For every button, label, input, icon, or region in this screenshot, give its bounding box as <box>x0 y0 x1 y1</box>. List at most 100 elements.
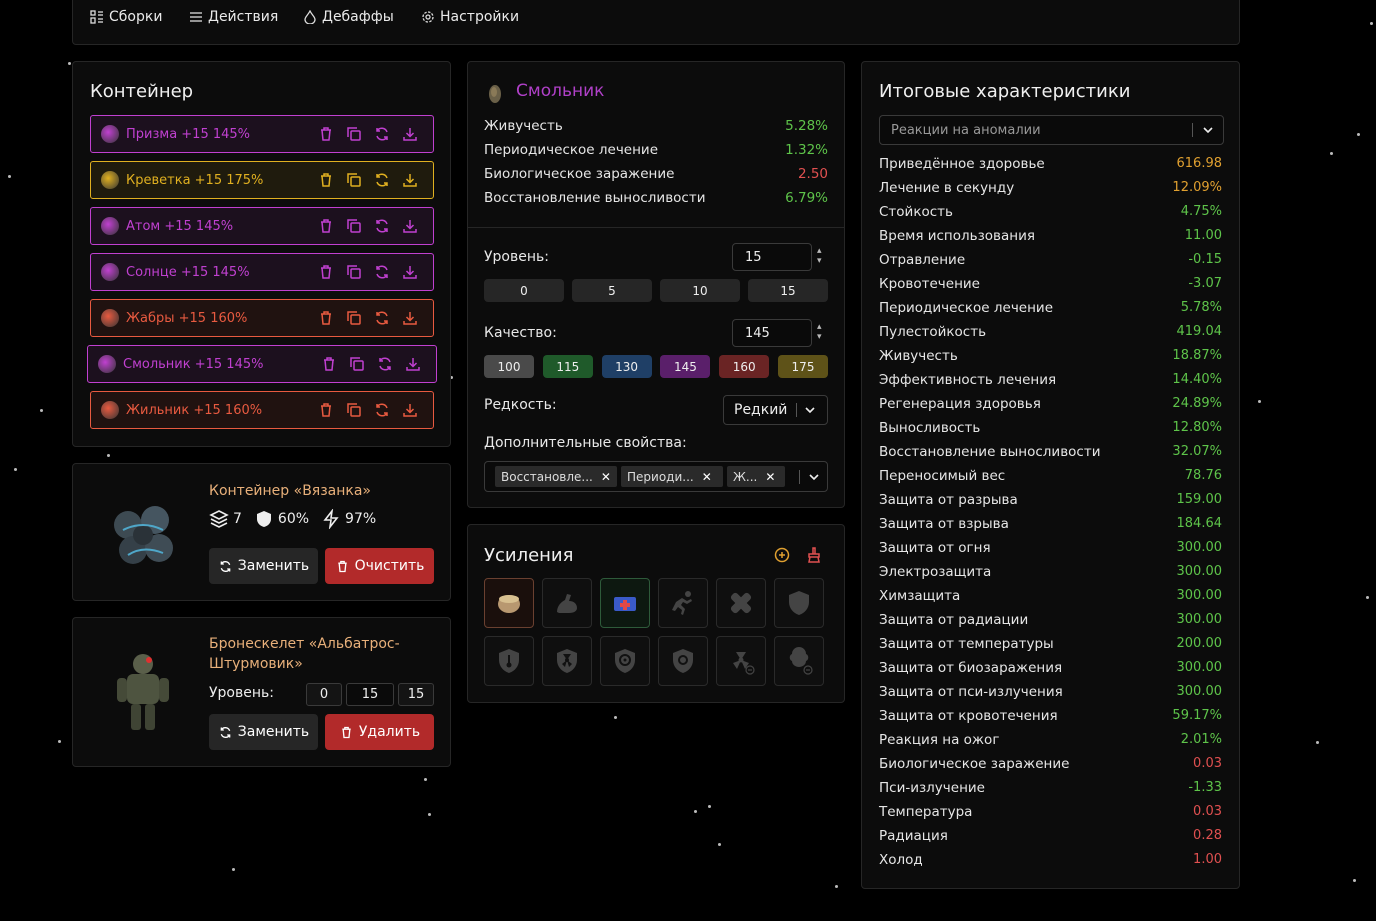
level-stepper[interactable]: ▴ ▾ <box>817 246 822 266</box>
artifact-row[interactable]: Солнце +15 145% <box>90 253 434 291</box>
refresh-icon[interactable] <box>373 171 391 189</box>
refresh-icon[interactable] <box>373 125 391 143</box>
extra-props-select[interactable]: Восстановле... ✕ Периоди... ✕ Ж... ✕ <box>484 461 828 492</box>
boost-slot-medkit[interactable] <box>600 578 650 628</box>
quality-stepper[interactable]: ▴ ▾ <box>817 322 822 342</box>
remove-tag-icon[interactable]: ✕ <box>601 470 611 484</box>
refresh-icon[interactable] <box>373 309 391 327</box>
artifact-row[interactable]: Атом +15 145% <box>90 207 434 245</box>
level-preset-button[interactable]: 10 <box>660 279 740 302</box>
boost-slot-radiation[interactable] <box>542 636 592 686</box>
copy-icon[interactable] <box>345 125 363 143</box>
boost-slot-temperature[interactable] <box>484 636 534 686</box>
quality-preset-button[interactable]: 145 <box>660 355 711 378</box>
trash-icon[interactable] <box>317 401 335 419</box>
nav-builds[interactable]: Сборки <box>90 9 162 25</box>
trash-icon[interactable] <box>320 355 338 373</box>
level-preset-button[interactable]: 15 <box>748 279 828 302</box>
copy-icon[interactable] <box>348 355 366 373</box>
quality-preset-button[interactable]: 130 <box>601 355 652 378</box>
total-stat-value: -1.33 <box>1188 780 1222 795</box>
total-stat-name: Электрозащита <box>879 564 992 580</box>
copy-icon[interactable] <box>345 309 363 327</box>
download-icon[interactable] <box>401 125 419 143</box>
copy-icon[interactable] <box>345 171 363 189</box>
artifact-row[interactable]: Жильник +15 160% <box>90 391 434 429</box>
copy-icon[interactable] <box>345 263 363 281</box>
anomaly-reactions-select[interactable]: Реакции на аномалии <box>879 115 1224 145</box>
total-stat-name: Биологическое заражение <box>879 756 1070 772</box>
level-input[interactable]: 15 <box>732 243 812 271</box>
add-boost-icon[interactable] <box>774 547 790 563</box>
trash-icon <box>342 726 351 738</box>
quality-preset-button[interactable]: 160 <box>719 355 770 378</box>
download-icon[interactable] <box>401 263 419 281</box>
total-stat-value: 11.00 <box>1184 228 1222 243</box>
boost-slot-bio[interactable] <box>600 636 650 686</box>
shield-icon <box>256 511 271 527</box>
total-stat-value: 616.98 <box>1176 156 1223 171</box>
shield-icon <box>789 591 809 615</box>
total-stat-row: Время использования 11.00 <box>879 228 1222 244</box>
refresh-icon[interactable] <box>376 355 394 373</box>
total-stat-value: 2.01% <box>1180 732 1222 747</box>
artifact-row[interactable]: Призма +15 145% <box>90 115 434 153</box>
armor-level-input[interactable]: 15 <box>346 683 394 706</box>
total-stat-name: Радиация <box>879 828 948 844</box>
boost-slot-psi[interactable] <box>658 636 708 686</box>
clear-container-button[interactable]: Очистить <box>325 548 434 584</box>
armor-level-max[interactable]: 15 <box>398 683 434 706</box>
boost-slot-food[interactable] <box>484 578 534 628</box>
quality-preset-button[interactable]: 100 <box>484 355 534 378</box>
quality-preset-button[interactable]: 115 <box>542 355 593 378</box>
refresh-icon[interactable] <box>373 263 391 281</box>
remove-tag-icon[interactable]: ✕ <box>765 470 775 484</box>
refresh-icon[interactable] <box>373 401 391 419</box>
boost-slot-bandage[interactable] <box>716 578 766 628</box>
boost-slot-psi-debuff[interactable] <box>774 636 824 686</box>
trash-icon[interactable] <box>317 309 335 327</box>
trash-icon[interactable] <box>317 263 335 281</box>
extra-tag[interactable]: Ж... ✕ <box>727 466 785 487</box>
replace-armor-button[interactable]: Заменить <box>209 714 318 750</box>
nav-debuffs[interactable]: Дебаффы <box>303 9 394 25</box>
nav-actions[interactable]: Действия <box>189 9 278 25</box>
total-stat-row: Защита от кровотечения 59.17% <box>879 708 1222 724</box>
total-stat-row: Защита от огня 300.00 <box>879 540 1222 556</box>
artifact-image <box>489 85 501 103</box>
remove-tag-icon[interactable]: ✕ <box>702 470 712 484</box>
artifact-row[interactable]: Жабры +15 160% <box>90 299 434 337</box>
download-icon[interactable] <box>401 309 419 327</box>
quality-preset-button[interactable]: 175 <box>778 355 828 378</box>
level-preset-button[interactable]: 0 <box>484 279 564 302</box>
download-icon[interactable] <box>401 171 419 189</box>
replace-container-button[interactable]: Заменить <box>209 548 318 584</box>
boost-slot-stamina[interactable] <box>658 578 708 628</box>
trash-icon[interactable] <box>317 125 335 143</box>
download-icon[interactable] <box>401 217 419 235</box>
trash-icon[interactable] <box>317 217 335 235</box>
nav-settings[interactable]: Настройки <box>421 9 519 25</box>
extra-tag[interactable]: Периоди... ✕ <box>621 466 723 487</box>
copy-icon[interactable] <box>345 217 363 235</box>
extra-tag[interactable]: Восстановле... ✕ <box>495 466 617 487</box>
quality-input[interactable]: 145 <box>732 319 812 347</box>
total-stat-value: 5.78% <box>1180 300 1222 315</box>
boost-slot-armor[interactable] <box>774 578 824 628</box>
download-icon[interactable] <box>401 401 419 419</box>
copy-icon[interactable] <box>345 401 363 419</box>
armor-level-min[interactable]: 0 <box>306 683 342 706</box>
refresh-icon[interactable] <box>373 217 391 235</box>
boost-slot-radiation-debuff[interactable] <box>716 636 766 686</box>
delete-armor-button[interactable]: Удалить <box>325 714 434 750</box>
clear-boosts-icon[interactable] <box>806 547 822 563</box>
level-preset-button[interactable]: 5 <box>572 279 652 302</box>
artifact-row[interactable]: Креветка +15 175% <box>90 161 434 199</box>
slots-value: 7 <box>233 511 242 527</box>
artifact-row[interactable]: Смольник +15 145% <box>87 345 437 383</box>
container-panel: Контейнер Призма +15 145% Креветка +15 1… <box>72 61 451 447</box>
trash-icon[interactable] <box>317 171 335 189</box>
download-icon[interactable] <box>404 355 422 373</box>
boost-slot-strength[interactable] <box>542 578 592 628</box>
rarity-select[interactable]: Редкий <box>723 395 828 425</box>
